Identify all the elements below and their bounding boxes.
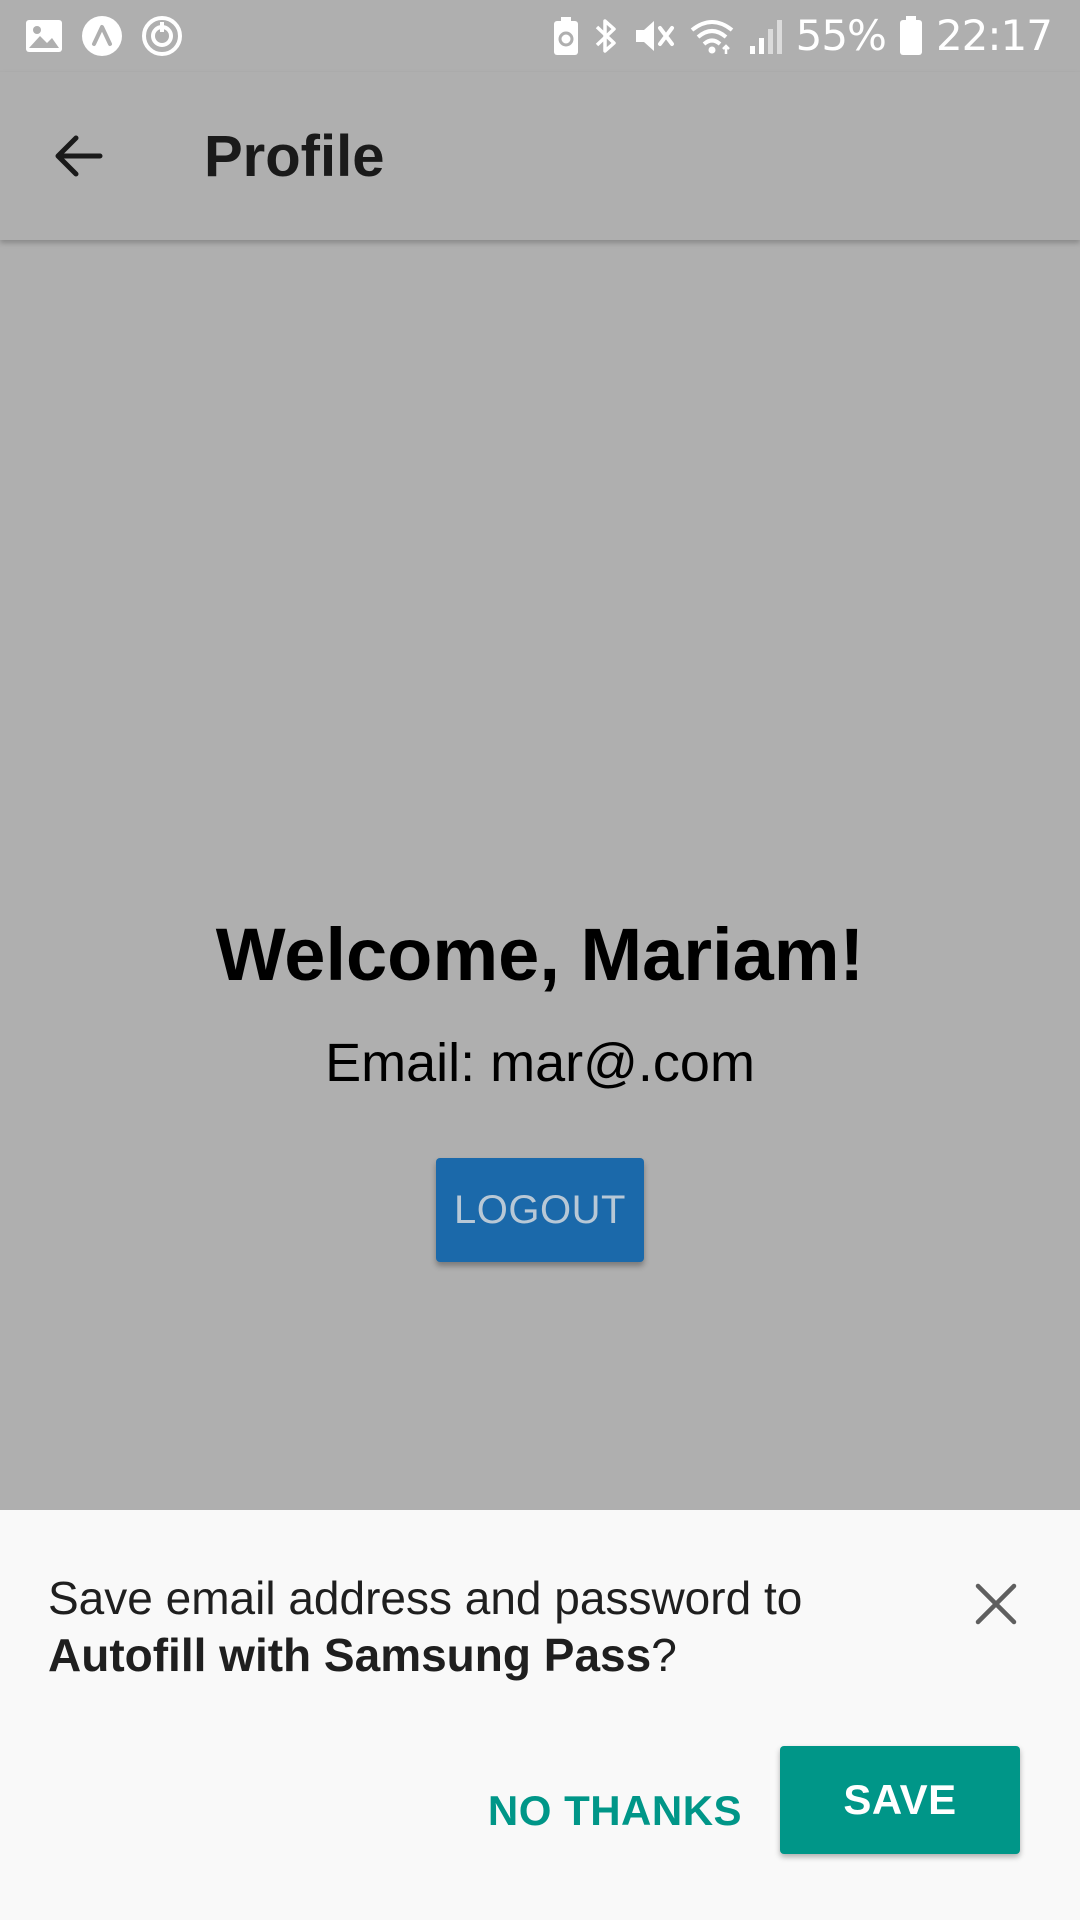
logout-button[interactable]: LOGOUT [436, 1158, 644, 1262]
battery-icon [898, 15, 924, 57]
no-thanks-button[interactable]: NO THANKS [480, 1746, 750, 1876]
email-text: Email: mar@.com [325, 1033, 755, 1093]
clock: 22:17 [935, 11, 1053, 60]
close-button[interactable] [956, 1564, 1036, 1644]
status-bar: 55% 22:17 [0, 0, 1080, 72]
battery-percent: 55% [795, 11, 887, 60]
autofill-message-prefix: Save email address and password to [48, 1572, 803, 1624]
profile-content: Welcome, Mariam! Email: mar@.com LOGOUT [0, 240, 1080, 1510]
arrow-back-icon [50, 128, 106, 184]
autofill-message: Save email address and password to Autof… [48, 1570, 928, 1684]
battery-saver-icon [552, 16, 580, 56]
save-button[interactable]: SAVE [780, 1746, 1020, 1854]
autofill-message-suffix: ? [651, 1629, 677, 1681]
screen: 55% 22:17 Profile Welcome, Mariam! Email… [0, 0, 1080, 1920]
close-icon [972, 1580, 1020, 1628]
app-a-icon [80, 14, 124, 58]
gallery-icon [24, 16, 64, 56]
signal-icon [748, 16, 784, 56]
page-title: Profile [204, 124, 385, 189]
autofill-bottom-sheet: Save email address and password to Autof… [0, 1510, 1080, 1920]
back-button[interactable] [34, 112, 122, 200]
status-left-icons [24, 14, 184, 58]
status-right-icons: 55% 22:17 [552, 11, 1053, 60]
sync-icon [140, 14, 184, 58]
mute-icon [632, 16, 676, 56]
autofill-service-name: Autofill with Samsung Pass [48, 1629, 652, 1681]
app-bar: Profile [0, 72, 1080, 240]
bluetooth-icon [592, 15, 620, 57]
welcome-heading: Welcome, Mariam! [215, 913, 865, 996]
wifi-icon [688, 16, 736, 56]
